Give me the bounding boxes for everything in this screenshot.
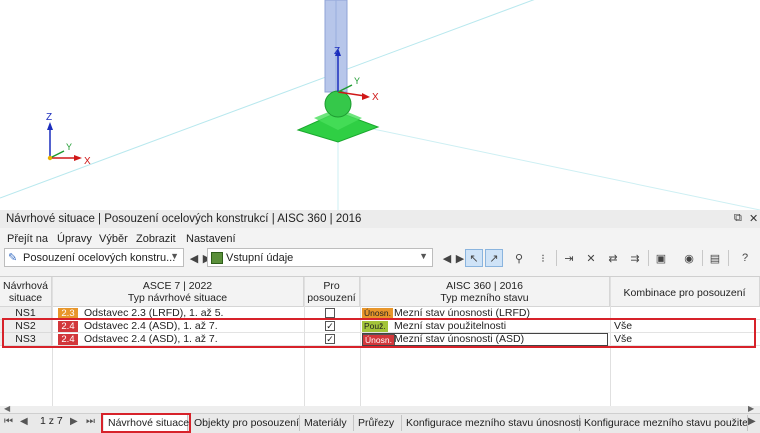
menu-bar: Přejít na Úpravy Výběr Zobrazit Nastaven…: [0, 230, 760, 248]
header-type-label: Typ návrhové situace: [127, 292, 228, 304]
prev-page-icon[interactable]: ◀: [20, 416, 28, 427]
tab-objects-to-design[interactable]: Objekty pro posouzení: [190, 415, 300, 431]
tab-uls-configuration[interactable]: Konfigurace mezního stavu únosnosti: [402, 415, 581, 431]
local-y-label: Y: [354, 76, 360, 86]
copy-row-icon[interactable]: ⇉: [626, 249, 644, 267]
table-icon: [211, 252, 223, 264]
next-page-icon[interactable]: ▶: [70, 416, 78, 427]
tab-sls-configuration[interactable]: Konfigurace mezního stavu použitelr: [580, 415, 748, 431]
pick-icon[interactable]: ⚲: [510, 249, 528, 267]
tab-materials[interactable]: Materiály: [300, 415, 354, 431]
local-z-label: Z: [334, 46, 340, 57]
input-data-combo-value: Vstupní údaje: [226, 252, 294, 264]
global-axis-gizmo: Z X Y: [46, 112, 91, 167]
header-asce-label: ASCE 7 | 2022: [142, 280, 213, 292]
module-combo[interactable]: ✎ Posouzení ocelových konstru... ▼: [4, 248, 184, 267]
export-icon[interactable]: ▣: [652, 249, 670, 267]
grid-line: [329, 119, 760, 210]
input-data-combo[interactable]: Vstupní údaje ▼: [207, 248, 433, 267]
globe-icon[interactable]: ◉: [680, 249, 698, 267]
restore-icon[interactable]: ⧉: [734, 212, 742, 225]
header-combination-type: ASCE 7 | 2022 Typ návrhové situace: [52, 277, 304, 307]
global-x-label: X: [84, 156, 91, 167]
model-view: Z X Y Z X Y: [0, 0, 760, 210]
header-aisc-label: AISC 360 | 2016: [446, 280, 523, 292]
bottom-tab-bar: ⏮ ◀ 1 z 7 ▶ ⏭ Návrhové situace Objekty p…: [0, 413, 760, 433]
local-x-label: X: [372, 92, 379, 103]
help-icon[interactable]: ?: [736, 249, 754, 267]
tabs-scroll-icon[interactable]: ▶: [748, 416, 756, 427]
close-icon[interactable]: ✕: [749, 212, 758, 225]
chevron-down-icon: ▼: [419, 251, 428, 261]
3d-viewport[interactable]: Z X Y Z X Y: [0, 0, 760, 210]
panel-title: Návrhové situace | Posouzení ocelových k…: [6, 213, 362, 225]
menu-nastaveni[interactable]: Nastavení: [186, 233, 236, 245]
design-checkbox[interactable]: [325, 308, 335, 318]
insert-row-icon[interactable]: ⇥: [560, 249, 578, 267]
global-z-label: Z: [46, 112, 52, 123]
steel-module-icon: ✎: [8, 252, 18, 264]
last-page-icon[interactable]: ⏭: [86, 416, 95, 427]
pager-text: 1 z 7: [40, 415, 63, 427]
grid-line: [0, 0, 535, 199]
select-multiple-icon[interactable]: ↗: [485, 249, 503, 267]
module-combo-value: Posouzení ocelových konstru...: [23, 252, 176, 264]
global-y-label: Y: [66, 142, 72, 152]
header-combinations: Kombinace pro posouzení: [610, 277, 760, 307]
settings-table-icon[interactable]: ▤: [706, 249, 724, 267]
tab-sections[interactable]: Průřezy: [354, 415, 402, 431]
design-situations-table: Návrhová situace ASCE 7 | 2022 Typ návrh…: [0, 276, 760, 407]
scroll-left-icon[interactable]: ◀: [4, 404, 10, 413]
numbering-icon[interactable]: ⁝: [534, 249, 552, 267]
first-page-icon[interactable]: ⏮: [4, 416, 13, 427]
menu-zobrazit[interactable]: Zobrazit: [136, 233, 176, 245]
select-object-icon[interactable]: ↖: [465, 249, 483, 267]
active-tab-highlight: [101, 413, 191, 433]
scroll-right-icon[interactable]: ▶: [748, 404, 754, 413]
panel-toolbar: ✎ Posouzení ocelových konstru... ▼ ◀ ▶ V…: [0, 248, 760, 270]
header-limit-state: AISC 360 | 2016 Typ mezního stavu: [360, 277, 610, 307]
panel-titlebar: Návrhové situace | Posouzení ocelových k…: [0, 210, 760, 228]
header-limit-type-label: Typ mezního stavu: [440, 292, 529, 304]
delete-row-icon[interactable]: ✕: [582, 249, 600, 267]
menu-vyber[interactable]: Výběr: [99, 233, 128, 245]
support-sphere: [324, 90, 352, 118]
chevron-down-icon: ▼: [170, 251, 179, 261]
menu-prejit-na[interactable]: Přejít na: [7, 233, 48, 245]
header-design-situation: Návrhová situace: [0, 277, 52, 307]
header-to-design: Pro posouzení: [304, 277, 360, 307]
move-row-icon[interactable]: ⇄: [604, 249, 622, 267]
design-situations-panel: Návrhové situace | Posouzení ocelových k…: [0, 210, 760, 433]
highlight-frame: [2, 318, 756, 348]
menu-upravy[interactable]: Úpravy: [57, 233, 92, 245]
